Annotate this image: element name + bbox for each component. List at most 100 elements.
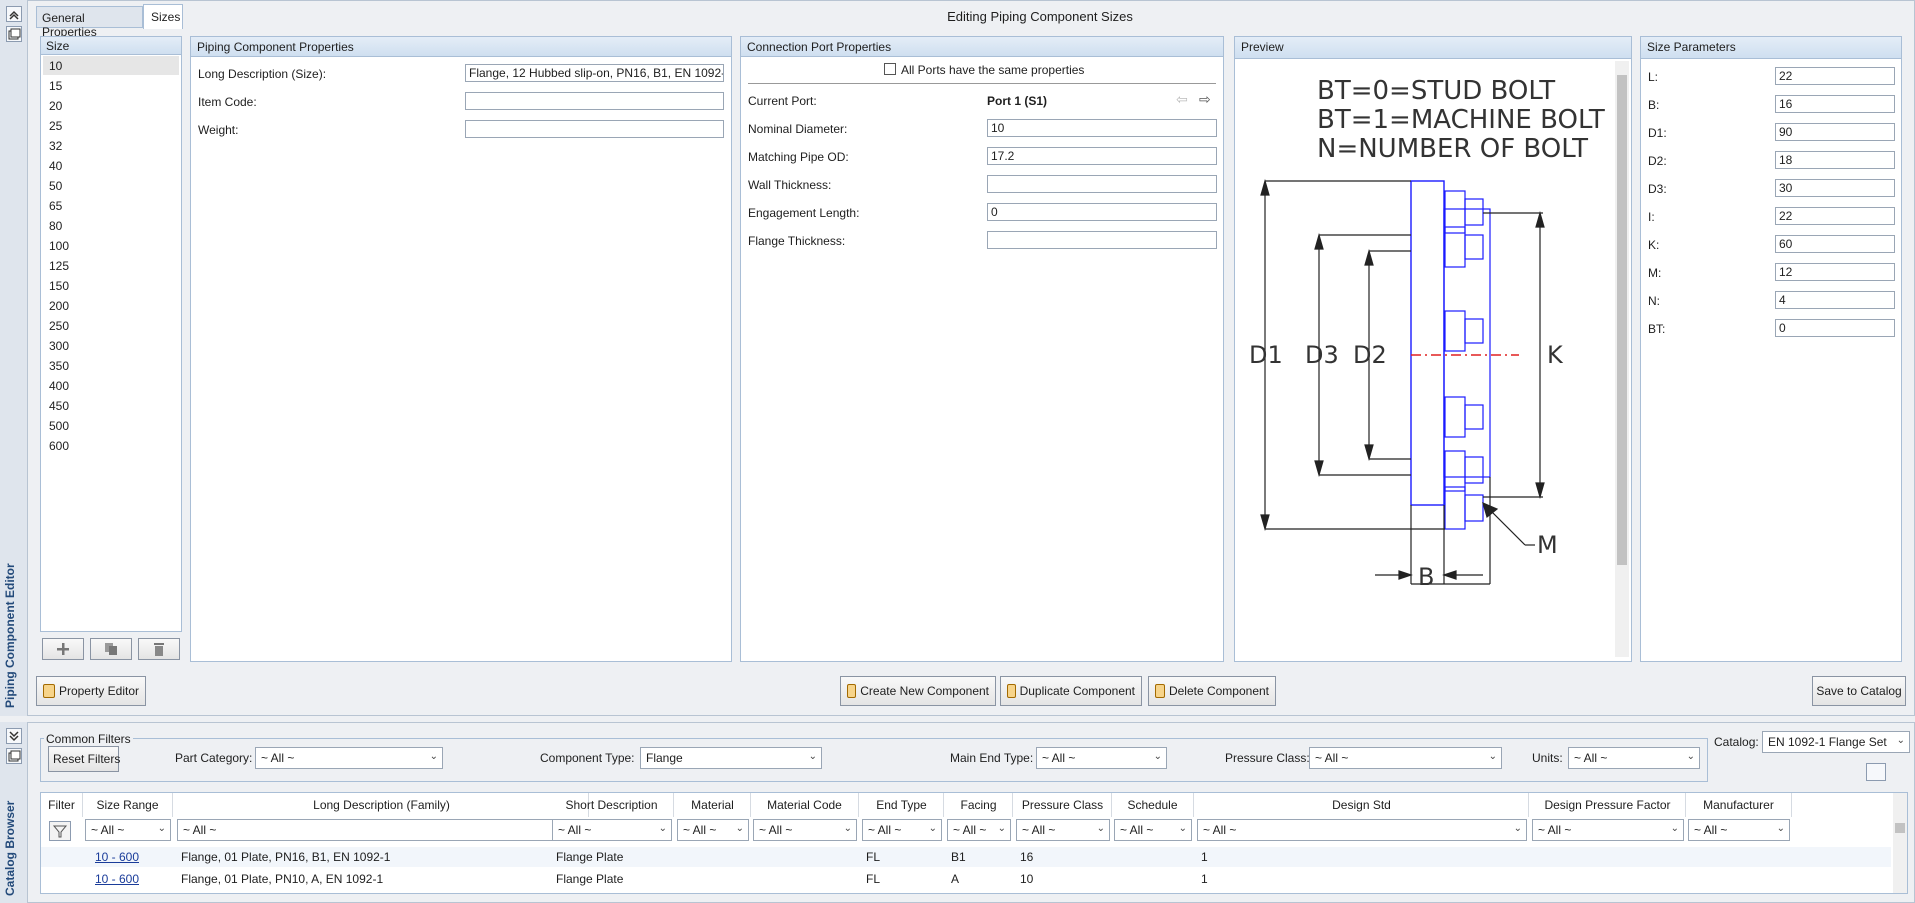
column-header-facing[interactable]: Facing xyxy=(945,793,1013,817)
size-list-item[interactable]: 350 xyxy=(49,359,69,373)
size-list-item[interactable]: 150 xyxy=(49,279,69,293)
editor-side-tab[interactable]: Piping Component Editor xyxy=(0,0,28,716)
duplicate-component-button[interactable]: Duplicate Component xyxy=(1000,676,1142,706)
size-list-item[interactable]: 400 xyxy=(49,379,69,393)
param-field[interactable]: 16 xyxy=(1775,95,1895,113)
size-list-item[interactable]: 500 xyxy=(49,419,69,433)
size-list-item[interactable]: 300 xyxy=(49,339,69,353)
wall-field[interactable] xyxy=(987,175,1217,193)
size-list-item[interactable]: 250 xyxy=(49,319,69,333)
size-list-item[interactable]: 100 xyxy=(49,239,69,253)
pressure-class-select[interactable]: ~ All ~ ⌄ xyxy=(1309,747,1502,769)
collapse-down-icon[interactable] xyxy=(6,728,22,744)
delete-component-button[interactable]: Delete Component xyxy=(1148,676,1276,706)
size-list-item[interactable]: 450 xyxy=(49,399,69,413)
column-header-design-pressure-factor[interactable]: Design Pressure Factor xyxy=(1530,793,1686,817)
column-header-design-std[interactable]: Design Std xyxy=(1195,793,1529,817)
column-filter-pressure-class[interactable]: ~ All ~ ⌄ xyxy=(1016,819,1110,841)
prev-port-arrow-icon[interactable]: ⇦ xyxy=(1176,91,1188,108)
property-editor-button[interactable]: Property Editor xyxy=(36,676,146,706)
column-header-size-range[interactable]: Size Range xyxy=(83,793,173,817)
column-filter-end-type[interactable]: ~ All ~ ⌄ xyxy=(862,819,942,841)
filter-funnel-icon[interactable] xyxy=(49,821,71,841)
same-props-checkbox[interactable] xyxy=(884,63,896,75)
create-component-button[interactable]: Create New Component xyxy=(840,676,996,706)
table-row[interactable]: 10 - 600 Flange, 01 Plate, PN10, A, EN 10… xyxy=(41,869,1891,889)
param-field[interactable]: 18 xyxy=(1775,151,1895,169)
float-window-icon[interactable] xyxy=(6,26,22,42)
column-filter-material-code[interactable]: ~ All ~ ⌄ xyxy=(753,819,857,841)
next-port-arrow-icon[interactable]: ⇨ xyxy=(1199,91,1211,108)
nominal-field[interactable]: 10 xyxy=(987,119,1217,137)
collapse-up-icon[interactable] xyxy=(6,6,22,22)
preview-scrollbar[interactable] xyxy=(1615,61,1629,657)
column-filter-material[interactable]: ~ All ~ ⌄ xyxy=(677,819,749,841)
param-field[interactable]: 4 xyxy=(1775,291,1895,309)
cell-short-desc: Flange Plate xyxy=(556,850,624,864)
catalog-select[interactable]: EN 1092-1 Flange Set ⌄ xyxy=(1762,731,1910,753)
column-filter-manufacturer[interactable]: ~ All ~ ⌄ xyxy=(1688,819,1790,841)
size-list-item[interactable]: 32 xyxy=(49,139,62,153)
delete-size-button[interactable] xyxy=(138,638,180,660)
catalog-side-tab[interactable]: Catalog Browser xyxy=(0,722,28,903)
engagement-field[interactable]: 0 xyxy=(987,203,1217,221)
column-filter-long-desc[interactable]: ~ All ~⌄ xyxy=(177,819,587,841)
size-list-item[interactable]: 200 xyxy=(49,299,69,313)
pipe-od-field[interactable]: 17.2 xyxy=(987,147,1217,165)
catalog-view-icon[interactable] xyxy=(1866,763,1886,781)
size-list-item[interactable]: 20 xyxy=(49,99,62,113)
size-list-item[interactable]: 15 xyxy=(49,79,62,93)
component-type-select[interactable]: Flange ⌄ xyxy=(640,747,822,769)
copy-size-button[interactable] xyxy=(90,638,132,660)
size-list-item[interactable]: 25 xyxy=(49,119,62,133)
size-list-item[interactable]: 10 xyxy=(43,56,179,75)
flange-field[interactable] xyxy=(987,231,1217,249)
column-header-schedule[interactable]: Schedule xyxy=(1112,793,1194,817)
param-field[interactable]: 60 xyxy=(1775,235,1895,253)
preview-line-2: BT=1=MACHINE BOLT xyxy=(1317,105,1605,135)
long-desc-field[interactable]: Flange, 12 Hubbed slip-on, PN16, B1, EN … xyxy=(465,64,724,82)
column-header-end-type[interactable]: End Type xyxy=(860,793,944,817)
size-list-item[interactable]: 125 xyxy=(49,259,69,273)
column-header-long-desc[interactable]: Long Description (Family) xyxy=(175,793,589,817)
param-field[interactable]: 30 xyxy=(1775,179,1895,197)
grid-scrollbar[interactable] xyxy=(1893,793,1907,893)
column-header-manufacturer[interactable]: Manufacturer xyxy=(1686,793,1792,817)
column-filter-facing[interactable]: ~ All ~ ⌄ xyxy=(947,819,1011,841)
tab-sizes[interactable]: Sizes xyxy=(143,4,183,29)
column-filter-short-desc[interactable]: ~ All ~ ⌄ xyxy=(552,819,672,841)
column-filter-design-pressure-factor[interactable]: ~ All ~ ⌄ xyxy=(1532,819,1684,841)
size-list-item[interactable]: 40 xyxy=(49,159,62,173)
size-list-item[interactable]: 80 xyxy=(49,219,62,233)
size-list-item[interactable]: 65 xyxy=(49,199,62,213)
table-row[interactable]: 10 - 600 Flange, 01 Plate, PN16, B1, EN 1… xyxy=(41,847,1891,867)
column-header-filter[interactable]: Filter xyxy=(41,793,83,817)
chevron-down-icon: ⌄ xyxy=(808,751,817,762)
param-field[interactable]: 22 xyxy=(1775,207,1895,225)
weight-field[interactable] xyxy=(465,120,724,138)
column-header-short-desc[interactable]: Short Description xyxy=(550,793,674,817)
add-size-button[interactable] xyxy=(42,638,84,660)
param-field[interactable]: 90 xyxy=(1775,123,1895,141)
float-window-icon-2[interactable] xyxy=(6,748,22,764)
units-select[interactable]: ~ All ~ ⌄ xyxy=(1568,747,1700,769)
column-filter-schedule[interactable]: ~ All ~ ⌄ xyxy=(1114,819,1192,841)
size-list-item[interactable]: 600 xyxy=(49,439,69,453)
column-filter-design-std[interactable]: ~ All ~ ⌄ xyxy=(1197,819,1527,841)
save-to-catalog-button[interactable]: Save to Catalog xyxy=(1812,676,1906,706)
param-field[interactable]: 22 xyxy=(1775,67,1895,85)
main-end-select[interactable]: ~ All ~ ⌄ xyxy=(1036,747,1167,769)
cell-size-range[interactable]: 10 - 600 xyxy=(95,872,139,886)
reset-filters-button[interactable]: Reset Filters xyxy=(48,746,120,772)
cell-size-range[interactable]: 10 - 600 xyxy=(95,850,139,864)
param-field[interactable]: 0 xyxy=(1775,319,1895,337)
column-header-pressure-class[interactable]: Pressure Class xyxy=(1014,793,1112,817)
tab-general-properties[interactable]: General Properties xyxy=(36,6,143,39)
column-filter-size-range[interactable]: ~ All ~ ⌄ xyxy=(85,819,171,841)
part-category-select[interactable]: ~ All ~ ⌄ xyxy=(255,747,443,769)
column-header-material-code[interactable]: Material Code xyxy=(751,793,859,817)
param-field[interactable]: 12 xyxy=(1775,263,1895,281)
size-list-item[interactable]: 50 xyxy=(49,179,62,193)
item-code-field[interactable] xyxy=(465,92,724,110)
column-header-material[interactable]: Material xyxy=(675,793,751,817)
